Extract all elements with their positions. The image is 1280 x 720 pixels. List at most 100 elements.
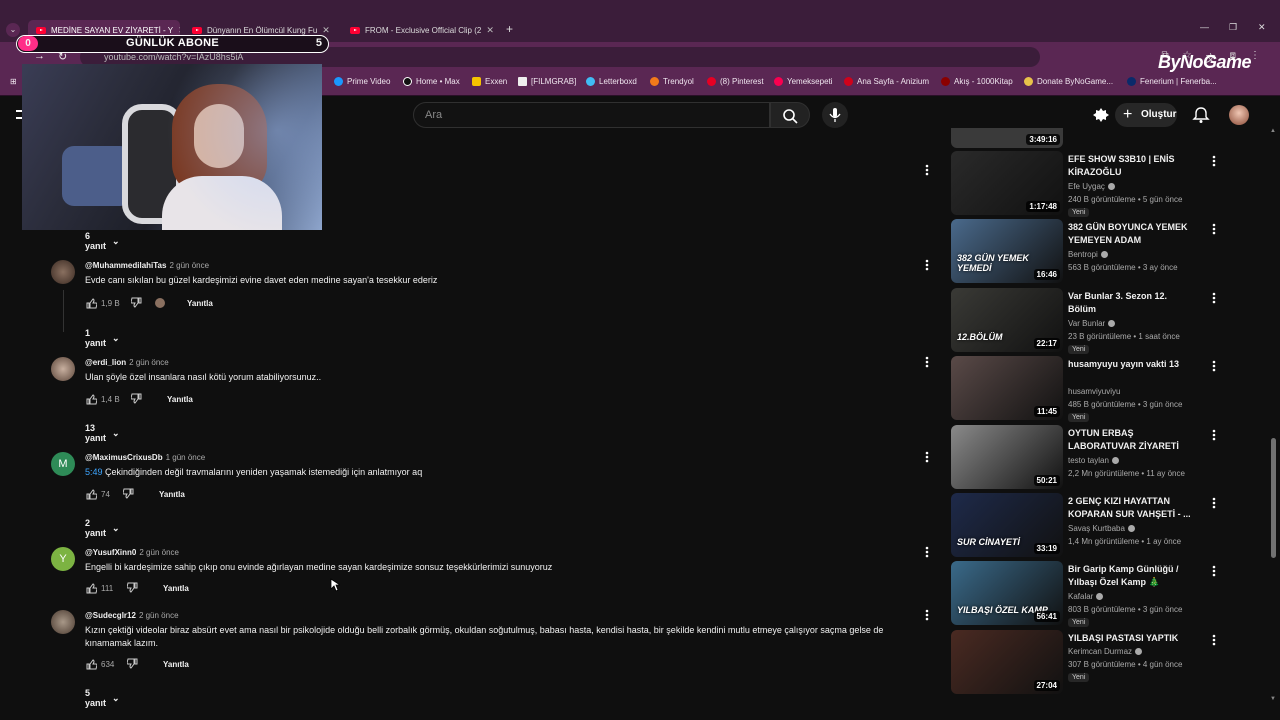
timestamp-link[interactable]: 5:49 (85, 467, 103, 477)
maximize-icon[interactable]: ❐ (1229, 22, 1237, 33)
commenter-avatar[interactable]: M (51, 452, 75, 476)
comment-author[interactable]: @MaximusCrixusDb (85, 453, 163, 462)
video-title[interactable]: husamyuyu yayın vakti 13 (1068, 358, 1196, 371)
video-title[interactable]: EFE SHOW S3B10 | ENİS KİRAZOĞLU (1068, 153, 1196, 179)
comment-author[interactable]: @YusufXinn0 (85, 548, 136, 557)
comment-time[interactable]: 2 gün önce (129, 358, 169, 367)
reply-button[interactable]: Yanıtla (187, 299, 213, 308)
create-button[interactable]: Oluştur (1115, 103, 1177, 127)
close-window-icon[interactable]: ✕ (1258, 22, 1266, 33)
video-menu-icon[interactable] (1208, 154, 1220, 168)
video-thumbnail[interactable]: SUR CİNAYETİ 33:19 (951, 493, 1063, 557)
like-icon[interactable] (85, 488, 97, 500)
comment-menu-icon[interactable] (921, 355, 933, 369)
video-channel[interactable]: Var Bunlar (1068, 319, 1116, 328)
like-icon[interactable] (85, 393, 97, 405)
video-thumbnail[interactable]: 27:04 (951, 630, 1063, 694)
video-menu-icon[interactable] (1208, 222, 1220, 236)
video-thumbnail[interactable]: 50:21 (951, 425, 1063, 489)
bookmark-item[interactable]: (8) Pinterest (707, 77, 764, 86)
reply-button[interactable]: Yanıtla (163, 660, 189, 669)
video-channel[interactable]: Efe Uygaç (1068, 182, 1115, 191)
video-channel[interactable]: Bentropi (1068, 250, 1108, 259)
reply-button[interactable]: Yanıtla (167, 395, 193, 404)
commenter-avatar[interactable] (51, 260, 75, 284)
video-thumbnail[interactable]: 11:45 (951, 356, 1063, 420)
comment-time[interactable]: 2 gün önce (139, 611, 179, 620)
comment-menu-icon[interactable] (921, 163, 933, 177)
close-tab-icon[interactable]: ✕ (486, 25, 494, 36)
video-channel[interactable]: testo taylan (1068, 456, 1119, 465)
replies-toggle[interactable]: 1 yanıt ⌄ (85, 328, 120, 348)
replies-toggle[interactable]: 6 yanıt ⌄ (85, 231, 120, 251)
video-title[interactable]: OYTUN ERBAŞ LABORATUVAR ZİYARETİ (1068, 427, 1196, 453)
video-menu-icon[interactable] (1208, 633, 1220, 647)
commenter-avatar[interactable]: Y (51, 547, 75, 571)
bookmark-item[interactable]: Prime Video (334, 77, 390, 86)
video-title[interactable]: YILBAŞI PASTASI YAPTIK (1068, 632, 1196, 645)
comment-menu-icon[interactable] (921, 608, 933, 622)
dislike-icon[interactable] (131, 393, 143, 405)
video-menu-icon[interactable] (1208, 496, 1220, 510)
replies-toggle[interactable]: 5 yanıt ⌄ (85, 688, 120, 708)
video-menu-icon[interactable] (1208, 564, 1220, 578)
video-title[interactable]: Var Bunlar 3. Sezon 12. Bölüm (1068, 290, 1196, 316)
dislike-icon[interactable] (131, 297, 143, 309)
comment-author[interactable]: @erdi_lion (85, 358, 126, 367)
bookmark-item[interactable]: Ana Sayfa - Anizium (844, 77, 929, 86)
dislike-icon[interactable] (127, 582, 139, 594)
notifications-bell-icon[interactable] (1192, 106, 1210, 124)
search-input[interactable]: Ara (413, 102, 770, 128)
comment-time[interactable]: 1 gün önce (166, 453, 206, 462)
close-tab-icon[interactable]: ✕ (322, 25, 330, 36)
apps-icon[interactable]: ⊞ (10, 77, 17, 86)
video-thumbnail[interactable]: 382 GÜN YEMEK YEMEDİ 16:46 (951, 219, 1063, 283)
replies-toggle[interactable]: 13 yanıt ⌄ (85, 423, 120, 443)
video-thumbnail[interactable]: 12.BÖLÜM 22:17 (951, 288, 1063, 352)
new-tab-button[interactable]: + (506, 22, 513, 36)
bookmark-item[interactable]: [FILMGRAB] (518, 77, 576, 86)
comment-time[interactable]: 2 gün önce (139, 548, 179, 557)
like-icon[interactable] (85, 582, 97, 594)
video-channel[interactable]: Savaş Kurtbaba (1068, 524, 1135, 533)
video-title[interactable]: 2 GENÇ KIZI HAYATTAN KOPARAN SUR VAHŞETİ… (1068, 495, 1196, 521)
scrollbar-thumb[interactable] (1271, 438, 1276, 558)
account-avatar[interactable] (1229, 105, 1249, 125)
like-icon[interactable] (85, 658, 97, 670)
menu-dots-icon[interactable]: ⋮ (1250, 50, 1260, 65)
scroll-down-icon[interactable]: ▼ (1270, 696, 1276, 702)
video-channel[interactable]: husamviyuviyu (1068, 387, 1120, 396)
video-channel[interactable]: Kafalar (1068, 592, 1104, 601)
comment-author[interactable]: @MuhammedilahiTas (85, 261, 166, 270)
replies-toggle[interactable]: 2 yanıt ⌄ (85, 518, 120, 538)
comment-menu-icon[interactable] (921, 258, 933, 272)
video-channel[interactable]: Kerimcan Durmaz (1068, 647, 1143, 656)
comment-menu-icon[interactable] (921, 545, 933, 559)
bookmark-item[interactable]: Exxen (472, 77, 507, 86)
comment-time[interactable]: 2 gün önce (169, 261, 209, 270)
bookmark-item[interactable]: Yemeksepeti (774, 77, 833, 86)
video-thumbnail[interactable]: YILBAŞI ÖZEL KAMP 56:41 (951, 561, 1063, 625)
bookmark-item[interactable]: Trendyol (650, 77, 694, 86)
bookmark-item[interactable]: Letterboxd (586, 77, 637, 86)
commenter-avatar[interactable] (51, 610, 75, 634)
video-thumbnail[interactable]: 3:49:16 (951, 128, 1063, 148)
video-menu-icon[interactable] (1208, 359, 1220, 373)
comment-author[interactable]: @Sudecglr12 (85, 611, 136, 620)
voice-search-button[interactable] (822, 102, 848, 128)
bookmark-item[interactable]: Akış - 1000Kitap (941, 77, 1013, 86)
bookmark-item[interactable]: Home • Max (403, 77, 460, 86)
video-thumbnail[interactable]: 1:17:48 (951, 151, 1063, 215)
comment-menu-icon[interactable] (921, 450, 933, 464)
video-title[interactable]: 382 GÜN BOYUNCA YEMEK YEMEYEN ADAM (1068, 221, 1196, 247)
commenter-avatar[interactable] (51, 357, 75, 381)
dislike-icon[interactable] (127, 658, 139, 670)
minimize-icon[interactable]: — (1200, 22, 1209, 32)
like-icon[interactable] (85, 297, 97, 309)
search-button[interactable] (770, 102, 810, 128)
close-tab-icon[interactable]: ✕ (178, 25, 180, 36)
video-menu-icon[interactable] (1208, 428, 1220, 442)
video-menu-icon[interactable] (1208, 291, 1220, 305)
scroll-up-icon[interactable]: ▲ (1270, 128, 1276, 134)
reply-button[interactable]: Yanıtla (159, 490, 185, 499)
